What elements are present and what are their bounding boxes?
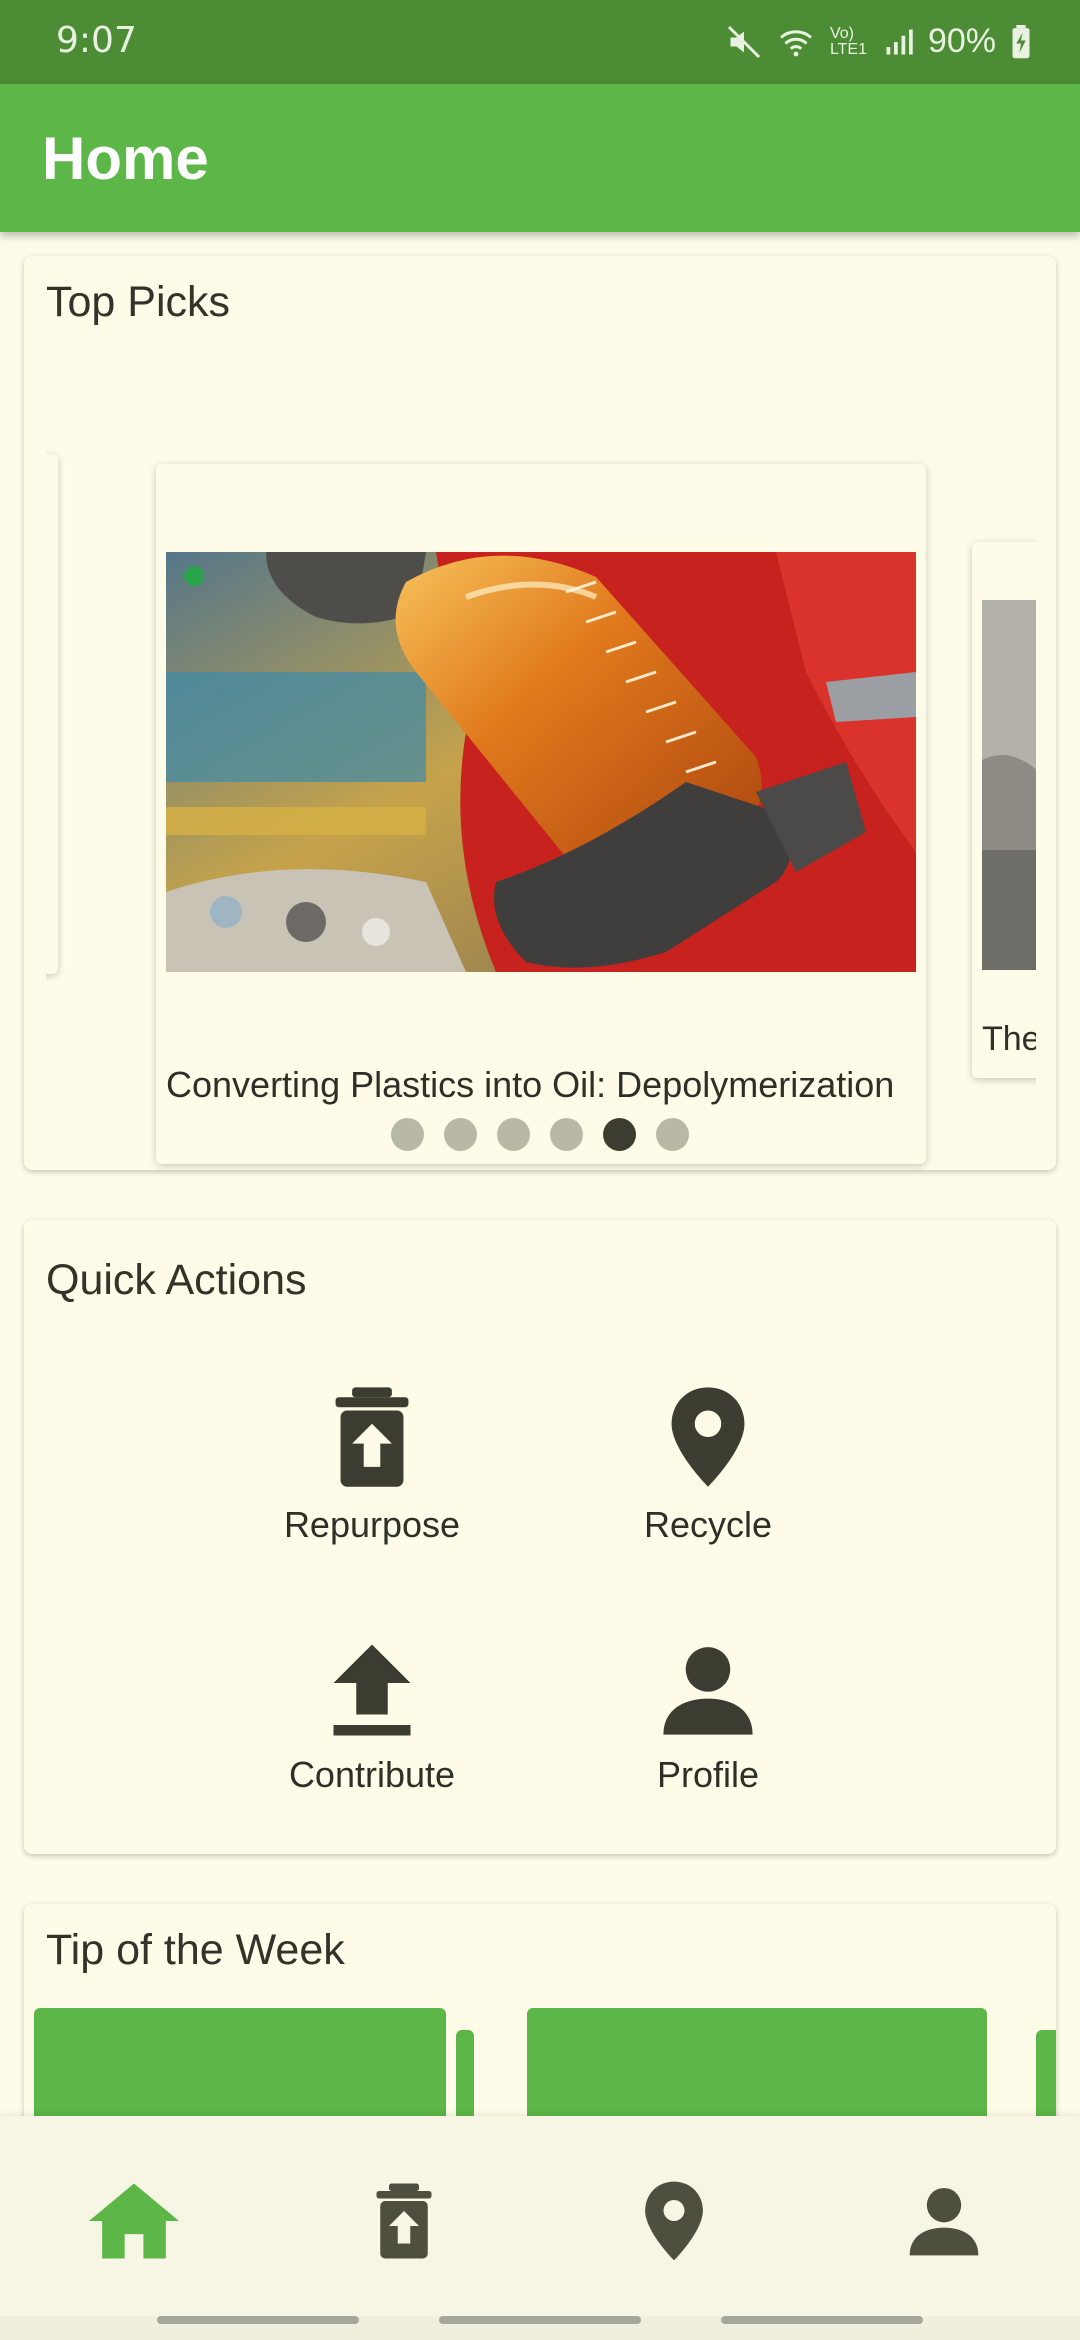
top-picks-card: Top Picks Converting Plastics into Oil: … [24,256,1056,1170]
status-icons: Vo) LTE1 90% [726,22,1032,61]
app-bar: Home [0,84,1080,232]
profile-label: Profile [656,1754,760,1795]
upload-icon [333,1644,411,1736]
network-label: Vo) LTE1 [829,24,867,58]
repurpose-action[interactable]: Repurpose [242,1384,502,1546]
person-icon [663,1647,753,1735]
carousel-slide-next[interactable]: The [972,542,1036,1078]
system-nav-handle[interactable] [721,2316,923,2324]
system-nav-handle[interactable] [439,2316,641,2324]
status-bar: 9:07 Vo) LTE1 90% [0,0,1080,84]
slide-image [166,552,916,972]
carousel-dot[interactable] [497,1118,530,1151]
mute-icon [727,25,760,58]
signal-icon [886,29,913,54]
location-pin-icon [671,1387,745,1487]
delete-upload-icon [376,2183,432,2259]
tip-of-week-title: Tip of the Week [46,1926,345,1974]
page-title: Home [42,125,209,192]
carousel-slide-current[interactable]: Converting Plastics into Oil: Depolymeri… [156,464,926,1164]
tip-of-week-card: Tip of the Week [24,1904,1056,2144]
nav-repurpose[interactable] [344,2166,464,2276]
contribute-label: Contribute [288,1754,456,1795]
location-pin-icon [645,2181,703,2261]
nav-profile[interactable] [884,2166,1004,2276]
carousel-slide-previous[interactable] [46,454,58,974]
quick-actions-card: Quick Actions Repurpose Recycle Contribu… [24,1220,1056,1854]
system-nav-handle[interactable] [157,2316,359,2324]
repurpose-label: Repurpose [283,1504,461,1545]
delete-upload-icon [335,1387,409,1487]
person-icon [909,2187,979,2256]
carousel-dot[interactable] [656,1118,689,1151]
profile-action[interactable]: Profile [578,1640,838,1796]
wifi-icon [779,29,812,56]
slide-image-next [982,600,1036,970]
status-time: 9:07 [56,20,137,61]
carousel-dot[interactable] [444,1118,477,1151]
recycle-action[interactable]: Recycle [578,1384,838,1546]
quick-actions-title: Quick Actions [46,1256,307,1304]
home-icon [89,2183,179,2259]
carousel-indicator [24,1118,1056,1151]
top-picks-title: Top Picks [46,278,231,326]
carousel-dot[interactable] [550,1118,583,1151]
bottom-navigation [0,2116,1080,2340]
contribute-action[interactable]: Contribute [242,1640,502,1796]
nav-recycle[interactable] [614,2166,734,2276]
top-picks-carousel[interactable]: Converting Plastics into Oil: Depolymeri… [46,356,1036,1336]
nav-home[interactable] [74,2166,194,2276]
slide-caption-next: The [982,1020,1036,1058]
carousel-dot[interactable] [391,1118,424,1151]
battery-charging-icon [1012,24,1030,58]
carousel-dot-active[interactable] [603,1118,636,1151]
battery-percent: 90% [927,22,996,60]
slide-caption: Converting Plastics into Oil: Depolymeri… [166,1064,895,1105]
recycle-label: Recycle [643,1504,773,1545]
